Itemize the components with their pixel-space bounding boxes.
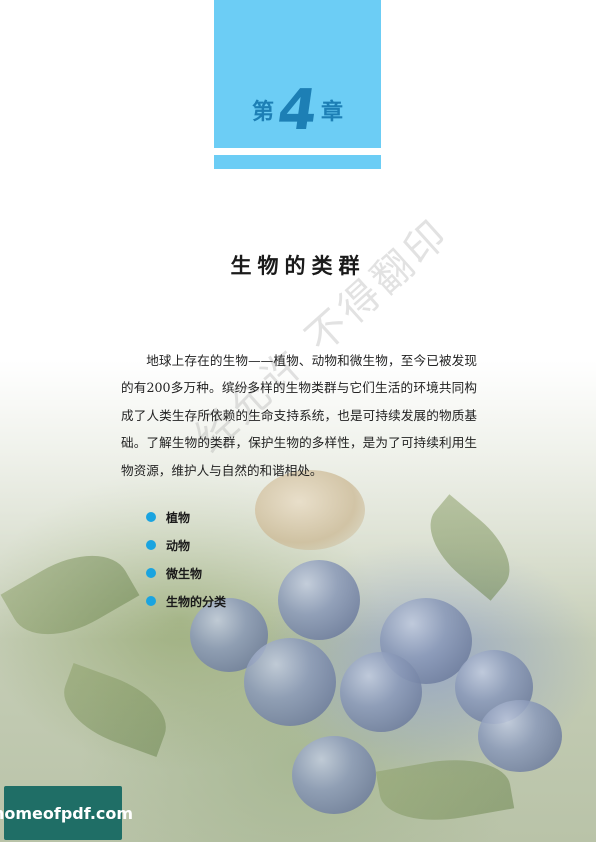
section-label: 植物	[166, 510, 191, 525]
site-badge[interactable]: homeofpdf.com	[0, 786, 133, 840]
section-label: 动物	[166, 538, 191, 553]
section-label: 微生物	[166, 566, 203, 581]
chapter-stripe	[214, 155, 381, 169]
chapter-number: 4	[273, 78, 322, 143]
chapter-prefix: 第	[252, 100, 275, 125]
bullet-icon	[146, 568, 156, 578]
berry	[478, 700, 562, 772]
chapter-heading: 第 4 章	[214, 78, 381, 143]
section-item: 植物	[146, 503, 226, 531]
bullet-icon	[146, 540, 156, 550]
bullet-icon	[146, 512, 156, 522]
section-item: 微生物	[146, 559, 226, 587]
berry	[278, 560, 360, 640]
section-item: 生物的分类	[146, 587, 226, 615]
chapter-suffix: 章	[320, 100, 343, 125]
section-list: 植物 动物 微生物 生物的分类	[146, 503, 226, 615]
berry	[244, 638, 336, 726]
chapter-title: 生物的类群	[230, 254, 366, 278]
berry	[340, 652, 422, 732]
intro-paragraph: 地球上存在的生物——植物、动物和微生物，至今已被发现的有200多万种。缤纷多样的…	[121, 352, 477, 478]
bullet-icon	[146, 596, 156, 606]
section-item: 动物	[146, 531, 226, 559]
section-label: 生物的分类	[166, 594, 227, 609]
berry	[292, 736, 376, 814]
